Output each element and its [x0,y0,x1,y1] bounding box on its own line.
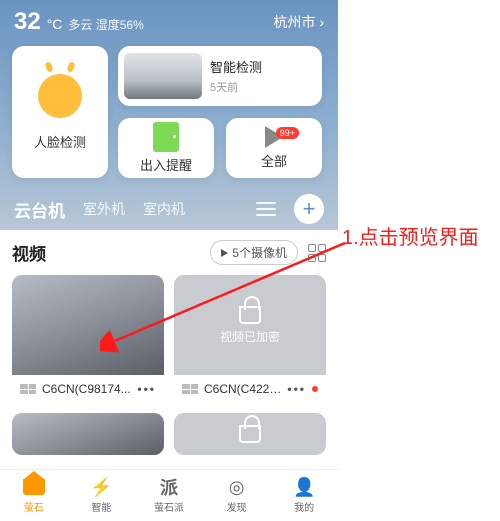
all-card[interactable]: 99+ 全部 [226,118,322,178]
notification-dot [312,386,318,392]
brand-icon [182,384,198,394]
smart-detect-thumb [124,53,202,99]
tab-indoor[interactable]: 室内机 [143,199,185,219]
nav-smart[interactable]: ⚡ 智能 [68,470,136,521]
video-thumb-3 [12,413,164,455]
nav-mine[interactable]: 👤 我的 [270,470,338,521]
section-title: 视频 [12,240,200,265]
grid-view-icon[interactable] [308,244,326,262]
smart-detect-title: 智能检测 [210,57,262,76]
exit-alert-label: 出入提醒 [140,155,192,174]
more-icon[interactable]: ••• [287,382,306,396]
video-name-1: C6CN(C98174... [42,382,131,396]
video-card-3[interactable] [12,413,164,455]
nav-discover-label: 发现 [227,499,247,514]
video-thumb-1 [12,275,164,375]
camera-count-button[interactable]: 5个摄像机 [210,240,298,265]
app-screen: 32 °C 多云 湿度56% 杭州市 › 人脸检测 智能检测 5天前 [0,0,338,521]
bolt-icon: ⚡ [90,477,112,497]
nav-mine-label: 我的 [294,499,314,514]
video-card-1[interactable]: C6CN(C98174... ••• [12,275,164,403]
feature-cards: 人脸检测 智能检测 5天前 出入提醒 99+ [0,40,338,188]
device-tabs: 云台机 室外机 室内机 + [0,188,338,230]
city-selector[interactable]: 杭州市 › [273,12,324,32]
video-thumb-4 [174,413,326,455]
menu-icon[interactable] [256,202,276,216]
weather-text: 多云 湿度56% [68,16,143,33]
video-card-2[interactable]: 视频已加密 C6CN(C42297... ••• [174,275,326,403]
smart-detect-time: 5天前 [210,79,262,95]
video-card-4[interactable] [174,413,326,455]
more-icon[interactable]: ••• [137,382,156,396]
bottom-nav: 萤石 ⚡ 智能 派 萤石派 ◎ 发现 👤 我的 [0,469,338,521]
lock-icon [239,425,261,443]
face-detect-label: 人脸检测 [34,132,86,151]
city-name: 杭州市 [273,12,315,32]
lock-icon [239,306,261,324]
person-icon: 👤 [293,477,315,497]
badge-count: 99+ [276,127,299,139]
video-name-2: C6CN(C42297... [204,382,281,396]
face-detect-card[interactable]: 人脸检测 [12,46,108,178]
all-label: 全部 [261,151,287,170]
exit-alert-card[interactable]: 出入提醒 [118,118,214,178]
locked-text: 视频已加密 [220,328,280,345]
play-small-icon [221,249,228,257]
play-icon: 99+ [265,126,283,148]
video-thumb-2: 视频已加密 [174,275,326,375]
nav-home-label: 萤石 [24,499,44,514]
nav-pai[interactable]: 派 萤石派 [135,470,203,521]
add-device-button[interactable]: + [294,194,324,224]
tab-outdoor[interactable]: 室外机 [83,199,125,219]
face-icon [38,74,82,118]
door-icon [153,122,179,152]
home-icon [23,479,45,495]
video-section: 视频 5个摄像机 C6CN(C98174... ••• 视频已加密 [0,230,338,455]
temp-unit: °C [47,16,63,32]
annotation-text: 1.点击预览界面 [342,225,479,252]
temp-value: 32 [14,8,41,36]
discover-icon: ◎ [226,477,248,497]
nav-smart-label: 智能 [91,499,111,514]
pai-icon: 派 [158,477,180,497]
chevron-right-icon: › [319,14,324,30]
tab-ptz[interactable]: 云台机 [14,197,65,222]
temperature: 32 °C 多云 湿度56% [14,8,144,36]
nav-home[interactable]: 萤石 [0,470,68,521]
brand-icon [20,384,36,394]
smart-detect-card[interactable]: 智能检测 5天前 [118,46,322,106]
camera-count-text: 5个摄像机 [232,244,287,261]
weather-bar: 32 °C 多云 湿度56% 杭州市 › [0,0,338,40]
nav-discover[interactable]: ◎ 发现 [203,470,271,521]
nav-pai-label: 萤石派 [154,499,184,514]
